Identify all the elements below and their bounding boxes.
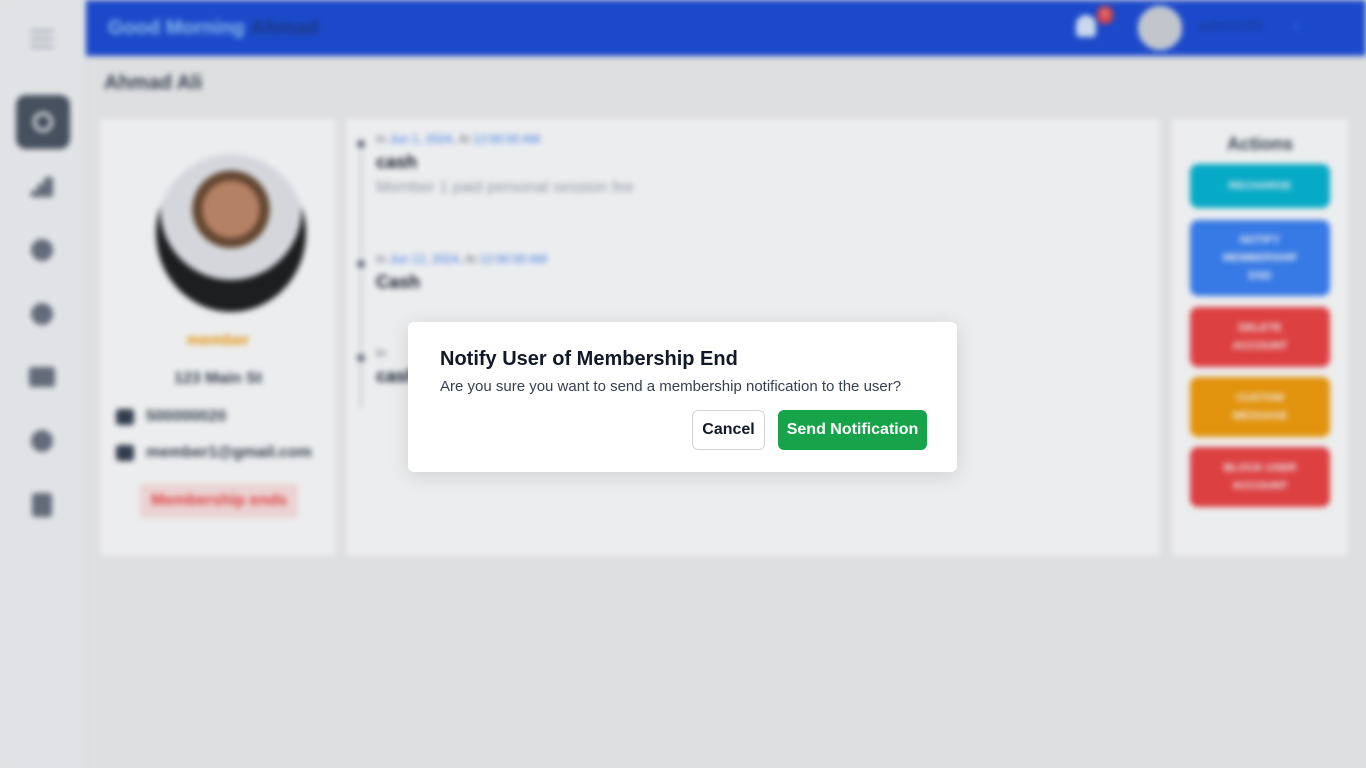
dialog-title: Notify User of Membership End bbox=[440, 348, 738, 370]
confirm-dialog: Notify User of Membership End Are you su… bbox=[408, 322, 957, 472]
cancel-button[interactable]: Cancel bbox=[692, 410, 765, 450]
dialog-message: Are you sure you want to send a membersh… bbox=[440, 378, 902, 395]
send-notification-button[interactable]: Send Notification bbox=[778, 410, 927, 450]
